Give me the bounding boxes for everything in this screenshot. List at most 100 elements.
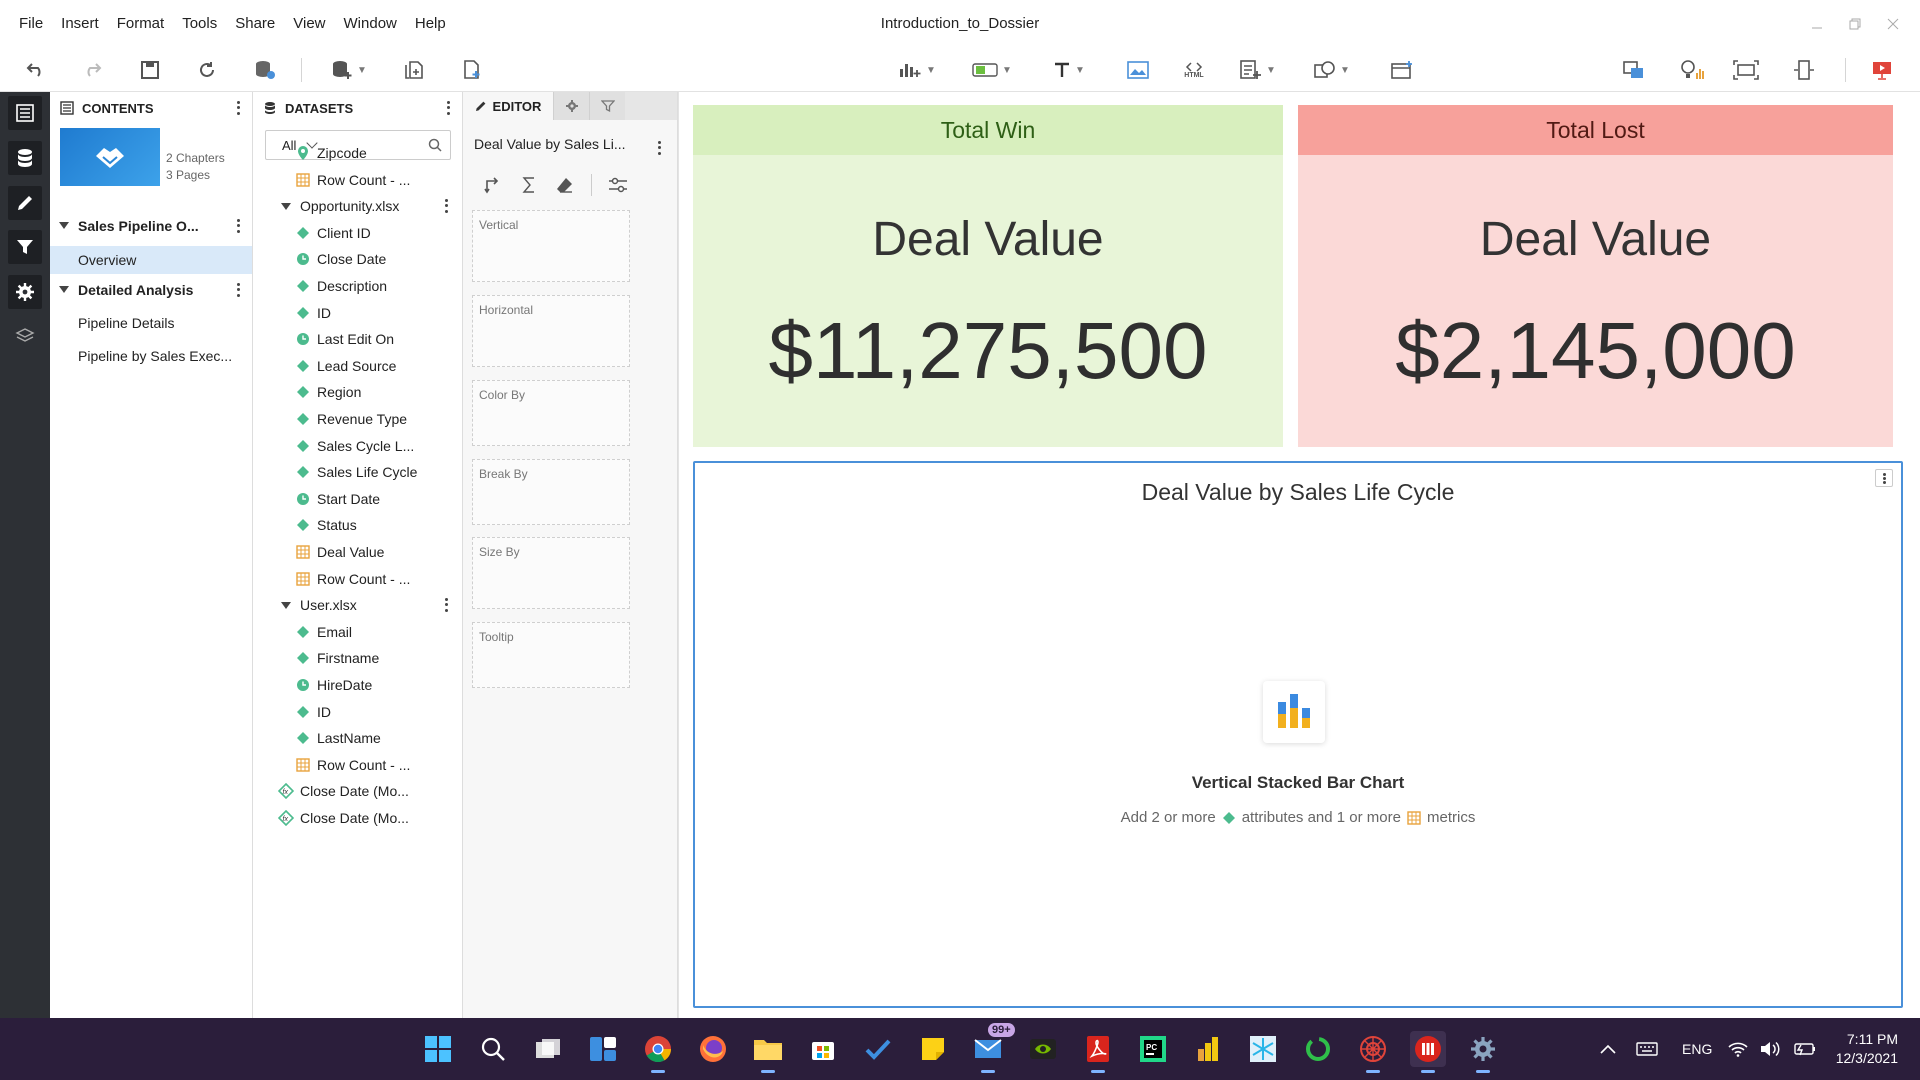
totals-button[interactable] bbox=[511, 174, 547, 196]
taskbar-file-explorer[interactable] bbox=[750, 1031, 786, 1073]
taskbar-chrome[interactable] bbox=[640, 1031, 676, 1073]
taskbar-mail[interactable]: 99+ bbox=[970, 1023, 1015, 1073]
panel-stack-button[interactable] bbox=[1388, 56, 1416, 84]
menu-help[interactable]: Help bbox=[406, 0, 455, 48]
datasets-menu-button[interactable] bbox=[442, 100, 454, 116]
menu-share[interactable]: Share bbox=[226, 0, 284, 48]
tray-keyboard[interactable] bbox=[1636, 1018, 1658, 1080]
presentation-mode-button[interactable] bbox=[1868, 56, 1896, 84]
kpi-total-win[interactable]: Total Win Deal Value $11,275,500 bbox=[693, 105, 1283, 447]
attribute-item[interactable]: Client ID bbox=[253, 220, 462, 246]
attribute-item[interactable]: Status bbox=[253, 512, 462, 538]
taskbar-power-bi[interactable] bbox=[1190, 1031, 1226, 1067]
filter-control-button[interactable]: ▼ bbox=[970, 56, 1014, 84]
taskbar-firefox[interactable] bbox=[695, 1031, 731, 1067]
metric-item[interactable]: Deal Value bbox=[253, 539, 462, 565]
menu-window[interactable]: Window bbox=[335, 0, 406, 48]
taskbar-clock[interactable]: 7:11 PM 12/3/2021 bbox=[1836, 1030, 1898, 1068]
dataset-menu-button[interactable] bbox=[440, 597, 452, 613]
taskbar-acrobat[interactable] bbox=[1080, 1031, 1116, 1073]
tray-network[interactable] bbox=[1728, 1018, 1748, 1080]
attribute-item[interactable]: Zipcode bbox=[253, 140, 462, 166]
page-pipeline-details[interactable]: Pipeline Details bbox=[50, 309, 252, 337]
taskbar-nvidia[interactable] bbox=[1025, 1031, 1061, 1067]
metric-item[interactable]: Row Count - ... bbox=[253, 752, 462, 778]
attribute-item[interactable]: fx Close Date (Mo... bbox=[253, 805, 462, 831]
taskbar-todo[interactable] bbox=[860, 1031, 896, 1067]
rail-layers-button[interactable] bbox=[8, 319, 42, 353]
drop-zone-tooltip[interactable]: Tooltip bbox=[472, 622, 630, 688]
undo-button[interactable] bbox=[22, 56, 50, 84]
chapter-menu-button[interactable] bbox=[232, 218, 244, 234]
save-button[interactable] bbox=[136, 56, 164, 84]
tray-language[interactable]: ENG bbox=[1682, 1018, 1712, 1080]
chapter-detailed-analysis[interactable]: Detailed Analysis bbox=[50, 276, 252, 304]
tray-volume[interactable] bbox=[1760, 1018, 1782, 1080]
taskbar-store[interactable] bbox=[805, 1031, 841, 1067]
taskbar-web-app[interactable] bbox=[1355, 1031, 1391, 1073]
minimize-button[interactable] bbox=[1798, 9, 1836, 39]
menu-insert[interactable]: Insert bbox=[52, 0, 108, 48]
page-overview[interactable]: Overview bbox=[50, 246, 252, 274]
taskbar-settings[interactable] bbox=[1465, 1031, 1501, 1073]
visualization-name[interactable]: Deal Value by Sales Li... bbox=[474, 136, 644, 152]
attribute-item[interactable]: Close Date bbox=[253, 246, 462, 272]
rail-datasets-button[interactable] bbox=[8, 141, 42, 175]
add-data-button[interactable]: ▼ bbox=[326, 56, 372, 84]
attribute-item[interactable]: ID bbox=[253, 699, 462, 725]
page-pipeline-by-sales-exec[interactable]: Pipeline by Sales Exec... bbox=[50, 342, 252, 370]
canvas-settings-button[interactable] bbox=[1730, 56, 1762, 84]
dataset-node[interactable]: Opportunity.xlsx bbox=[253, 193, 462, 219]
close-window-button[interactable] bbox=[1874, 9, 1912, 39]
properties-button[interactable] bbox=[600, 174, 636, 196]
taskbar-sticky-notes[interactable] bbox=[915, 1031, 951, 1067]
attribute-item[interactable]: Region bbox=[253, 379, 462, 405]
taskbar-pycharm[interactable]: PC bbox=[1135, 1031, 1171, 1067]
attribute-item[interactable]: Revenue Type bbox=[253, 406, 462, 432]
dataset-node[interactable]: User.xlsx bbox=[253, 592, 462, 618]
start-button[interactable] bbox=[420, 1031, 456, 1067]
drop-zone-color-by[interactable]: Color By bbox=[472, 380, 630, 446]
chapter-sales-pipeline[interactable]: Sales Pipeline O... bbox=[50, 212, 252, 240]
data-source-button[interactable] bbox=[250, 56, 280, 84]
taskbar-spinner-app[interactable] bbox=[1300, 1031, 1336, 1067]
drop-zone-break-by[interactable]: Break By bbox=[472, 459, 630, 525]
layout-button[interactable] bbox=[1620, 56, 1648, 84]
tab-filter[interactable] bbox=[589, 92, 625, 120]
attribute-item[interactable]: Firstname bbox=[253, 645, 462, 671]
menu-file[interactable]: File bbox=[10, 0, 52, 48]
tab-editor[interactable]: EDITOR bbox=[463, 92, 553, 120]
clear-button[interactable] bbox=[547, 174, 583, 196]
dataset-menu-button[interactable] bbox=[440, 198, 452, 214]
visualization-menu-button[interactable] bbox=[653, 140, 665, 156]
duplicate-page-button[interactable] bbox=[400, 56, 428, 84]
image-button[interactable] bbox=[1124, 56, 1152, 84]
metric-item[interactable]: Row Count - ... bbox=[253, 566, 462, 592]
metric-item[interactable]: Row Count - ... bbox=[253, 167, 462, 193]
rail-filter-button[interactable] bbox=[8, 230, 42, 264]
insights-button[interactable] bbox=[1676, 56, 1708, 84]
attribute-item[interactable]: Sales Life Cycle bbox=[253, 459, 462, 485]
chart-container[interactable]: Deal Value by Sales Life Cycle Vertical … bbox=[693, 461, 1903, 1008]
drop-zone-size-by[interactable]: Size By bbox=[472, 537, 630, 609]
attribute-item[interactable]: Lead Source bbox=[253, 353, 462, 379]
dossier-thumbnail[interactable] bbox=[60, 128, 160, 186]
text-button[interactable]: ▼ bbox=[1048, 56, 1090, 84]
html-container-button[interactable]: HTML bbox=[1178, 56, 1210, 84]
restore-button[interactable] bbox=[1836, 9, 1874, 39]
refresh-button[interactable] bbox=[193, 56, 221, 84]
menu-format[interactable]: Format bbox=[108, 0, 174, 48]
chart-menu-button[interactable] bbox=[1875, 469, 1893, 487]
attribute-item[interactable]: fx Close Date (Mo... bbox=[253, 778, 462, 804]
swap-axes-button[interactable] bbox=[475, 174, 511, 196]
add-widget-button[interactable]: ▼ bbox=[1236, 56, 1280, 84]
kpi-total-lost[interactable]: Total Lost Deal Value $2,145,000 bbox=[1298, 105, 1893, 447]
tray-overflow-button[interactable] bbox=[1600, 1018, 1616, 1080]
rail-format-button[interactable] bbox=[8, 275, 42, 309]
tray-battery[interactable] bbox=[1792, 1018, 1816, 1080]
attribute-item[interactable]: Sales Cycle L... bbox=[253, 433, 462, 459]
taskbar-task-view[interactable] bbox=[530, 1031, 566, 1067]
shapes-button[interactable]: ▼ bbox=[1310, 56, 1354, 84]
visualization-gallery-button[interactable]: ▼ bbox=[895, 56, 939, 84]
add-page-button[interactable] bbox=[458, 56, 486, 84]
